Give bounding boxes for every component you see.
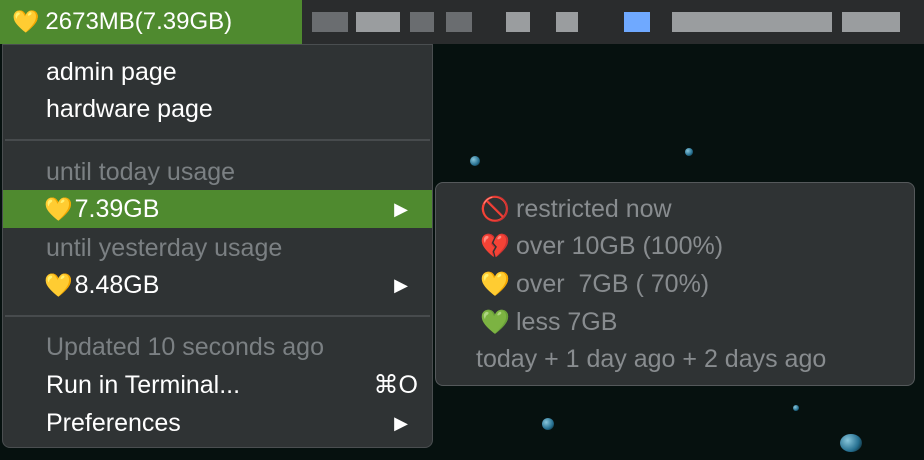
menu-item-label: 7.39GB <box>74 194 160 223</box>
submenu-item-label: less 7GB <box>516 308 618 336</box>
bubble <box>470 156 480 166</box>
yellow-heart-icon: 💛 <box>12 9 40 34</box>
no-entry-icon: 🚫 <box>480 196 510 223</box>
today-usage-header: until today usage <box>3 153 432 191</box>
submenu-item-restricted: 🚫 restricted now <box>436 191 914 228</box>
submenu-item-label: restricted now <box>516 195 672 223</box>
menubar-icon[interactable] <box>556 12 578 32</box>
run-in-terminal-menu-item[interactable]: Run in Terminal... ⌘O <box>3 366 432 404</box>
menu-item-label: Run in Terminal... <box>46 370 241 399</box>
yellow-heart-icon: 💛 <box>44 271 73 298</box>
menubar-icon[interactable] <box>624 12 650 32</box>
menubar-icon[interactable] <box>446 12 472 32</box>
submenu-item-over-10gb: 💔 over 10GB (100%) <box>436 228 914 265</box>
menu-separator <box>5 139 430 141</box>
data-usage-status-item[interactable]: 💛 2673MB(7.39GB) <box>0 0 302 44</box>
menu-item-label: Preferences <box>46 408 181 437</box>
menubar-icon[interactable] <box>356 12 400 32</box>
menu-item-label: hardware page <box>46 94 213 123</box>
submenu-footer-label: today + 1 day ago + 2 days ago <box>476 345 827 373</box>
broken-heart-icon: 💔 <box>480 233 510 260</box>
menu-section-label: until yesterday usage <box>46 233 283 262</box>
submenu-arrow-icon: ▶ <box>394 412 408 433</box>
keyboard-shortcut: ⌘O <box>373 371 418 399</box>
yellow-heart-icon: 💛 <box>44 195 73 222</box>
today-usage-menu-item[interactable]: 💛 7.39GB ▶ <box>3 190 432 228</box>
menu-item-label: 8.48GB <box>74 270 160 299</box>
hardware-page-menu-item[interactable]: hardware page <box>3 90 432 128</box>
preferences-menu-item[interactable]: Preferences ▶ <box>3 404 432 442</box>
yesterday-usage-menu-item[interactable]: 💛 8.48GB ▶ <box>3 266 432 304</box>
updated-label: Updated 10 seconds ago <box>46 332 324 361</box>
submenu-footer: today + 1 day ago + 2 days ago <box>436 341 914 378</box>
submenu-item-over-7gb: 💛 over 7GB ( 70%) <box>436 266 914 303</box>
menubar-icon[interactable] <box>410 12 434 32</box>
menu-item-label: admin page <box>46 57 177 86</box>
yesterday-usage-header: until yesterday usage <box>3 229 432 267</box>
bubble <box>840 434 862 452</box>
submenu-arrow-icon: ▶ <box>394 274 408 295</box>
menubar-clock[interactable] <box>672 12 832 32</box>
status-dropdown-menu: admin page hardware page until today usa… <box>2 44 433 448</box>
menubar-icon[interactable] <box>312 12 348 32</box>
submenu-item-less-7gb: 💚 less 7GB <box>436 304 914 341</box>
menubar-icon[interactable] <box>842 12 900 32</box>
green-heart-icon: 💚 <box>480 309 510 336</box>
bubble <box>685 148 693 156</box>
updated-status: Updated 10 seconds ago <box>3 328 432 366</box>
bubble <box>793 405 799 411</box>
submenu-item-label: over 10GB (100%) <box>516 232 724 260</box>
status-usage-text: 2673MB(7.39GB) <box>45 8 233 35</box>
menubar-icon[interactable] <box>506 12 530 32</box>
yellow-heart-icon: 💛 <box>480 271 510 298</box>
menu-section-label: until today usage <box>46 157 236 186</box>
submenu-item-label: over 7GB ( 70%) <box>516 270 710 298</box>
admin-page-menu-item[interactable]: admin page <box>3 53 432 91</box>
submenu-arrow-icon: ▶ <box>394 198 408 219</box>
menu-bar: 💛 2673MB(7.39GB) <box>0 0 924 44</box>
usage-legend-submenu: 🚫 restricted now 💔 over 10GB (100%) 💛 ov… <box>435 182 915 386</box>
bubble <box>542 418 554 430</box>
menu-separator <box>5 315 430 317</box>
